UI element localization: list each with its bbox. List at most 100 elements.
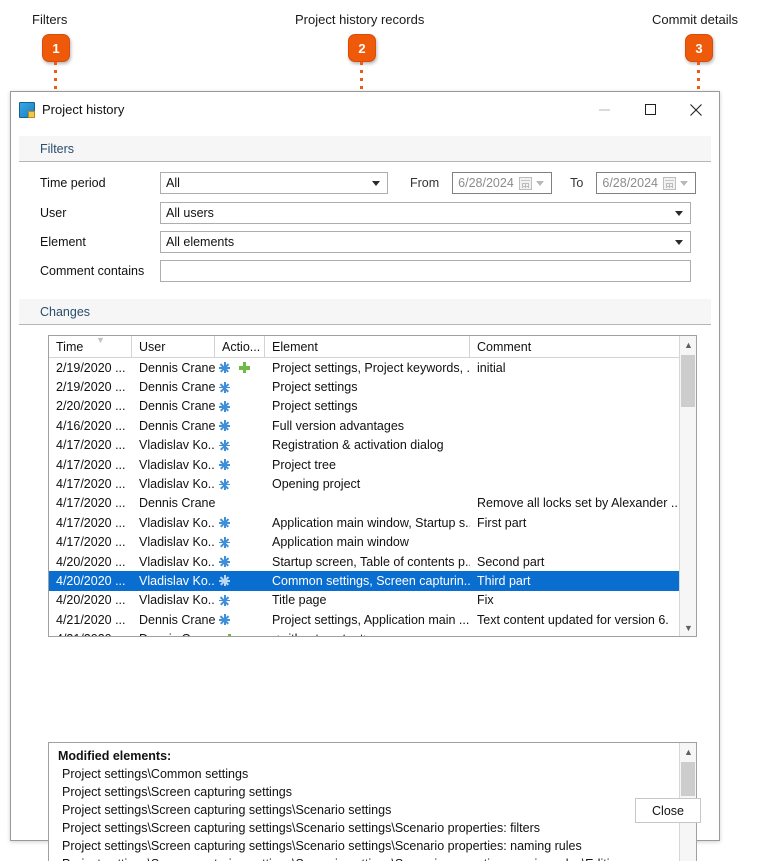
cell-comment	[470, 474, 678, 493]
callout-label-1: Filters	[32, 12, 68, 27]
dialog-footer: Close	[11, 788, 719, 840]
column-header-comment-label: Comment	[477, 339, 532, 354]
changes-table-scrollbar[interactable]: ▲ ▼	[679, 336, 696, 636]
scrollbar-thumb[interactable]	[681, 355, 695, 407]
column-header-element[interactable]: Element	[265, 336, 470, 357]
cell-action	[215, 513, 265, 532]
cell-element: Title page	[272, 593, 327, 608]
user-value: All users	[166, 206, 214, 220]
callout-label-3: Commit details	[652, 12, 738, 27]
scroll-up-icon[interactable]: ▲	[680, 336, 696, 353]
element-select[interactable]: All elements	[160, 231, 691, 253]
callout-badge-1: 1	[42, 34, 70, 62]
table-row[interactable]: 4/17/2020 ... Vladislav Ko... Opening proj…	[49, 474, 696, 493]
minimize-icon[interactable]	[581, 92, 627, 127]
cell-user: Dennis Crane	[139, 418, 215, 433]
cell-element: Startup screen, Table of contents p...	[272, 554, 470, 569]
cell-action	[215, 397, 265, 416]
table-row[interactable]: 2/19/2020 ... Dennis Crane Project setting…	[49, 377, 696, 396]
cell-element: Registration & activation dialog	[272, 438, 444, 453]
table-row[interactable]: 4/17/2020 ... Dennis Crane Remove all lock…	[49, 494, 696, 513]
table-row[interactable]: 4/20/2020 ... Vladislav Ko... Common setti…	[49, 571, 696, 591]
chevron-down-icon	[536, 181, 545, 186]
table-row[interactable]: 4/16/2020 ... Dennis Crane Full version ad…	[49, 416, 696, 435]
cell-element: Application main window, Startup s...	[272, 515, 470, 530]
cell-time: 4/20/2020 ...	[56, 554, 126, 569]
cell-comment	[470, 377, 678, 396]
changes-group-title: Changes	[40, 304, 91, 319]
cell-element	[265, 494, 470, 513]
cell-comment: Second part	[477, 554, 545, 569]
table-row[interactable]: 2/20/2020 ... Dennis Crane Project setting…	[49, 397, 696, 416]
cell-action	[215, 455, 265, 474]
to-label: To	[570, 176, 584, 190]
table-row[interactable]: 4/17/2020 ... Vladislav Ko... Application …	[49, 533, 696, 552]
scroll-down-icon[interactable]: ▼	[680, 619, 696, 636]
column-header-action[interactable]: Actio...	[215, 336, 265, 357]
column-header-comment[interactable]: Comment	[470, 336, 678, 357]
callout-badge-2: 2	[348, 34, 376, 62]
modified-icon	[219, 381, 230, 393]
time-period-select[interactable]: All	[160, 172, 388, 194]
cell-action	[215, 533, 265, 552]
window-controls	[581, 92, 719, 127]
table-row[interactable]: 4/20/2020 ... Vladislav Ko... Startup scre…	[49, 552, 696, 571]
chevron-down-icon	[675, 240, 683, 245]
close-button[interactable]: Close	[635, 798, 701, 823]
table-header-row: Time ▼ User Actio... Element Comment	[49, 336, 696, 358]
table-row[interactable]: 4/21/2020 ...Dennis Crane <without conten…	[49, 629, 696, 636]
table-row[interactable]: 4/17/2020 ... Vladislav Ko... Application …	[49, 513, 696, 532]
to-date-picker[interactable]: 6/28/2024	[596, 172, 697, 194]
chevron-down-icon	[680, 181, 689, 186]
cell-time: 2/19/2020 ...	[56, 360, 126, 375]
modified-icon	[219, 420, 230, 432]
cell-time: 4/21/2020 ...	[49, 629, 132, 636]
comment-contains-input[interactable]	[160, 260, 691, 282]
user-select[interactable]: All users	[160, 202, 691, 224]
calendar-icon	[663, 177, 677, 190]
cell-action	[215, 552, 265, 571]
cell-element: Application main window	[272, 535, 409, 550]
maximize-icon[interactable]	[627, 92, 673, 127]
cell-time: 2/19/2020 ...	[56, 380, 126, 395]
element-value: All elements	[166, 235, 235, 249]
filters-group-title: Filters	[40, 141, 75, 156]
cell-comment	[470, 416, 678, 435]
close-icon[interactable]	[673, 92, 719, 127]
time-period-row: Time period All From 6/28/2024 To 6/28/2…	[40, 172, 700, 194]
chevron-down-icon	[372, 181, 380, 186]
table-body: 2/19/2020 ... Dennis Crane Project setting…	[49, 358, 696, 636]
modified-icon	[219, 517, 230, 529]
table-row[interactable]: 2/19/2020 ... Dennis Crane Project setting…	[49, 358, 696, 377]
cell-action	[215, 610, 265, 629]
cell-time: 4/20/2020 ...	[56, 593, 126, 608]
cell-user: Vladislav Ko...	[139, 515, 215, 530]
scroll-up-icon[interactable]: ▲	[680, 743, 696, 760]
table-row[interactable]: 4/17/2020 ... Vladislav Ko... Project tree	[49, 455, 696, 474]
time-period-label: Time period	[40, 176, 106, 190]
cell-user: Dennis Crane	[132, 629, 215, 636]
cell-time: 4/16/2020 ...	[56, 418, 126, 433]
table-row[interactable]: 4/20/2020 ... Vladislav Ko... Title page Fi…	[49, 591, 696, 610]
cell-user: Vladislav Ko...	[139, 535, 215, 550]
comment-contains-label: Comment contains	[40, 264, 145, 278]
cell-action	[215, 571, 265, 590]
cell-action	[215, 591, 265, 610]
cell-time: 4/20/2020 ...	[56, 573, 126, 588]
column-header-time-label: Time	[56, 339, 84, 354]
cell-comment	[470, 629, 678, 636]
modified-icon	[219, 614, 230, 626]
cell-action	[215, 436, 265, 455]
table-row[interactable]: 4/21/2020 ... Dennis Crane Project setting…	[49, 610, 696, 629]
cell-element: Project settings	[272, 380, 358, 395]
column-header-user[interactable]: User	[132, 336, 215, 357]
from-date-picker[interactable]: 6/28/2024	[452, 172, 553, 194]
added-icon	[224, 633, 235, 636]
cell-comment: First part	[477, 515, 527, 530]
cell-comment	[470, 455, 678, 474]
cell-time: 4/17/2020 ...	[56, 457, 126, 472]
cell-user: Vladislav Ko...	[139, 554, 215, 569]
cell-user: Vladislav Ko...	[139, 457, 215, 472]
table-row[interactable]: 4/17/2020 ... Vladislav Ko... Registration…	[49, 436, 696, 455]
column-header-time[interactable]: Time ▼	[49, 336, 132, 357]
